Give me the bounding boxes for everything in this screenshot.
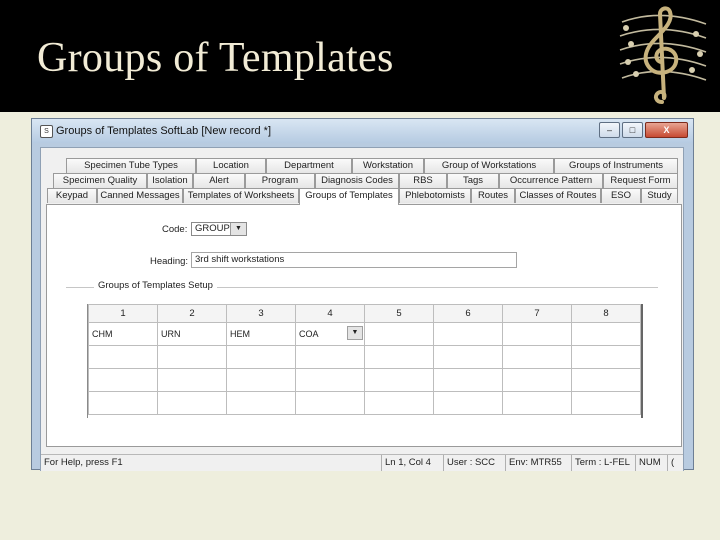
- grid-cell-value: COA: [299, 329, 319, 339]
- grid-cell[interactable]: URN: [157, 322, 227, 346]
- templates-grid: 1 2 3 4 5 6 7 8 CHM URN HEM COA ▼: [87, 304, 643, 418]
- tab-workstation[interactable]: Workstation: [352, 158, 424, 173]
- status-user: User : SCC: [443, 455, 505, 471]
- grid-cell[interactable]: [433, 345, 503, 369]
- tab-templates-of-worksheets[interactable]: Templates of Worksheets: [183, 188, 299, 203]
- window-title: Groups of Templates SoftLab [New record …: [56, 125, 272, 137]
- grid-cell-combo[interactable]: COA ▼: [295, 322, 365, 346]
- slide-header: Groups of Templates: [0, 0, 720, 112]
- dropdown-arrow-icon[interactable]: ▼: [347, 326, 363, 340]
- code-select[interactable]: GROUP ▼: [191, 222, 247, 236]
- grid-cell[interactable]: [226, 391, 296, 415]
- table-row: [88, 368, 641, 392]
- heading-label: Heading:: [150, 256, 189, 267]
- grid-cell[interactable]: [571, 322, 641, 346]
- grid-header-7: 7: [502, 304, 572, 323]
- grid-cell[interactable]: CHM: [88, 322, 158, 346]
- grid-header-6: 6: [433, 304, 503, 323]
- tab-location[interactable]: Location: [196, 158, 266, 173]
- tab-diagnosis-codes[interactable]: Diagnosis Codes: [315, 173, 399, 188]
- table-row: [88, 345, 641, 369]
- window-titlebar[interactable]: S Groups of Templates SoftLab [New recor…: [32, 119, 693, 143]
- heading-input[interactable]: 3rd shift workstations: [191, 252, 517, 268]
- grid-cell[interactable]: [88, 391, 158, 415]
- grid-header-4: 4: [295, 304, 365, 323]
- grid-cell[interactable]: [88, 345, 158, 369]
- tab-canned-messages[interactable]: Canned Messages: [97, 188, 183, 203]
- app-icon: S: [40, 125, 53, 138]
- grid-cell[interactable]: [226, 368, 296, 392]
- table-row: CHM URN HEM COA ▼: [88, 322, 641, 346]
- status-bar: For Help, press F1 Ln 1, Col 4 User : SC…: [41, 454, 683, 471]
- grid-header-2: 2: [157, 304, 227, 323]
- grid-cell[interactable]: [502, 391, 572, 415]
- tab-rbs[interactable]: RBS: [399, 173, 447, 188]
- minimize-button[interactable]: –: [599, 122, 620, 138]
- grid-cell[interactable]: [295, 391, 365, 415]
- table-row: [88, 391, 641, 415]
- status-num: NUM: [635, 455, 667, 471]
- grid-cell[interactable]: [157, 345, 227, 369]
- grid-cell[interactable]: [295, 345, 365, 369]
- tab-isolation[interactable]: Isolation: [147, 173, 193, 188]
- grid-cell[interactable]: [502, 345, 572, 369]
- tab-program[interactable]: Program: [245, 173, 315, 188]
- status-position: Ln 1, Col 4: [381, 455, 443, 471]
- grid-cell[interactable]: [571, 391, 641, 415]
- tab-eso[interactable]: ESO: [601, 188, 641, 203]
- status-term: Term : L-FEL: [571, 455, 635, 471]
- grid-header-1: 1: [88, 304, 158, 323]
- grid-cell[interactable]: [88, 368, 158, 392]
- status-extra: (: [667, 455, 683, 471]
- grid-cell[interactable]: [295, 368, 365, 392]
- treble-clef-logo-icon: [619, 6, 707, 104]
- grid-cell[interactable]: [502, 322, 572, 346]
- tab-specimen-quality[interactable]: Specimen Quality: [53, 173, 147, 188]
- tab-occurrence-pattern[interactable]: Occurrence Pattern: [499, 173, 603, 188]
- tab-specimen-tube-types[interactable]: Specimen Tube Types: [66, 158, 196, 173]
- code-value: GROUP: [195, 223, 230, 234]
- grid-cell[interactable]: [433, 368, 503, 392]
- groupbox-title: Groups of Templates Setup: [94, 280, 217, 291]
- grid-header-3: 3: [226, 304, 296, 323]
- tab-keypad[interactable]: Keypad: [47, 188, 97, 203]
- grid-cell[interactable]: [502, 368, 572, 392]
- grid-cell[interactable]: [433, 322, 503, 346]
- grid-header-8: 8: [571, 304, 641, 323]
- slide-title: Groups of Templates: [37, 35, 394, 81]
- code-label: Code:: [162, 224, 188, 235]
- tab-tags[interactable]: Tags: [447, 173, 499, 188]
- grid-header-5: 5: [364, 304, 434, 323]
- status-env: Env: MTR55: [505, 455, 571, 471]
- dropdown-arrow-icon[interactable]: ▼: [230, 223, 246, 235]
- tab-group-of-workstations[interactable]: Group of Workstations: [424, 158, 554, 173]
- tab-department[interactable]: Department: [266, 158, 352, 173]
- close-button[interactable]: X: [645, 122, 688, 138]
- tab-alert[interactable]: Alert: [193, 173, 245, 188]
- grid-cell[interactable]: [157, 391, 227, 415]
- grid-cell[interactable]: [364, 368, 434, 392]
- grid-cell[interactable]: [571, 345, 641, 369]
- tab-study[interactable]: Study: [641, 188, 678, 203]
- grid-cell[interactable]: [364, 322, 434, 346]
- tab-classes-of-routes[interactable]: Classes of Routes: [515, 188, 601, 203]
- grid-cell[interactable]: [433, 391, 503, 415]
- tab-groups-of-templates[interactable]: Groups of Templates: [299, 188, 399, 205]
- tab-groups-of-instruments[interactable]: Groups of Instruments: [554, 158, 678, 173]
- grid-cell[interactable]: HEM: [226, 322, 296, 346]
- grid-cell[interactable]: [157, 368, 227, 392]
- maximize-button[interactable]: □: [622, 122, 643, 138]
- grid-cell[interactable]: [364, 345, 434, 369]
- tab-request-form[interactable]: Request Form: [603, 173, 678, 188]
- grid-cell[interactable]: [571, 368, 641, 392]
- grid-cell[interactable]: [226, 345, 296, 369]
- tab-phlebotomists[interactable]: Phlebotomists: [399, 188, 471, 203]
- tab-routes[interactable]: Routes: [471, 188, 515, 203]
- status-help: For Help, press F1: [44, 457, 123, 468]
- grid-cell[interactable]: [364, 391, 434, 415]
